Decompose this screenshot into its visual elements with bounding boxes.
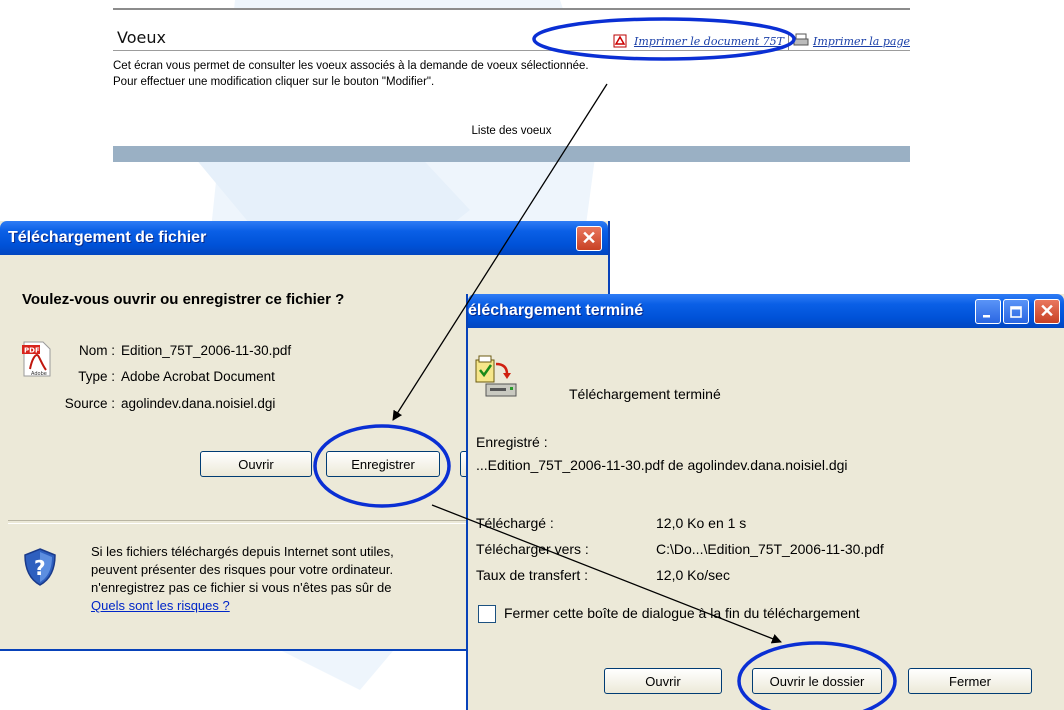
file-name-row: Nom : Edition_75T_2006-11-30.pdf xyxy=(17,343,291,358)
open-button[interactable]: Ouvrir xyxy=(604,668,722,694)
warning-text: Si les fichiers téléchargés depuis Inter… xyxy=(91,543,471,615)
page-description: Cet écran vous permet de consulter les v… xyxy=(113,58,589,90)
close-icon[interactable]: ✕ xyxy=(1034,299,1060,324)
close-button[interactable]: Fermer xyxy=(908,668,1032,694)
save-button[interactable]: Enregistrer xyxy=(326,451,440,477)
downloaded-row: Téléchargé : 12,0 Ko en 1 s xyxy=(476,515,746,531)
title-underline xyxy=(113,50,910,51)
minimize-icon[interactable] xyxy=(975,299,1001,324)
print-page-link[interactable]: Imprimer la page xyxy=(813,35,910,48)
description-line-2: Pour effectuer une modification cliquer … xyxy=(113,76,435,88)
file-type-label: Type : xyxy=(78,369,115,384)
complete-dialog-title: éléchargement terminé xyxy=(468,302,644,319)
download-dialog-title: Téléchargement de fichier xyxy=(8,229,207,246)
list-title: Liste des voeux xyxy=(471,125,552,137)
warning-line-3: n'enregistrez pas ce fichier si vous n'ê… xyxy=(91,580,392,595)
close-when-done-checkbox[interactable] xyxy=(478,605,496,623)
file-type-row: Type : Adobe Acrobat Document xyxy=(17,369,275,384)
download-to-value: C:\Do...\Edition_75T_2006-11-30.pdf xyxy=(656,541,884,557)
file-name-value: Edition_75T_2006-11-30.pdf xyxy=(121,343,292,358)
warning-line-2: peuvent présenter des risques pour votre… xyxy=(91,562,394,577)
saved-value: ...Edition_75T_2006-11-30.pdf de agolind… xyxy=(476,457,848,473)
complete-message: Téléchargement terminé xyxy=(569,386,721,402)
page-title: Voeux xyxy=(117,28,166,47)
close-icon[interactable]: ✕ xyxy=(576,226,602,251)
download-complete-icon xyxy=(474,354,518,402)
list-header-bar xyxy=(113,146,910,162)
warning-line-1: Si les fichiers téléchargés depuis Inter… xyxy=(91,544,394,559)
link-separator xyxy=(787,33,789,50)
risks-link[interactable]: Quels sont les risques ? xyxy=(91,598,230,613)
web-panel: Voeux Imprimer le document 75T Imprimer … xyxy=(113,8,910,162)
top-divider xyxy=(113,8,910,10)
download-to-row: Télécharger vers : C:\Do...\Edition_75T_2… xyxy=(476,541,884,557)
transfer-rate-label: Taux de transfert : xyxy=(476,567,589,583)
open-folder-button[interactable]: Ouvrir le dossier xyxy=(752,668,882,694)
downloaded-value: 12,0 Ko en 1 s xyxy=(656,515,747,531)
print-document-link[interactable]: Imprimer le document 75T xyxy=(634,35,784,48)
download-dialog-titlebar[interactable]: Téléchargement de fichier ✕ xyxy=(0,221,608,255)
file-name-label: Nom : xyxy=(78,343,115,358)
download-to-label: Télécharger vers : xyxy=(476,541,589,557)
print-links: Imprimer le document 75T Imprimer la pag… xyxy=(612,32,910,51)
file-source-value: agolindev.dana.noisiel.dgi xyxy=(121,396,276,411)
download-complete-dialog: éléchargement terminé ✕ Téléchargement t… xyxy=(466,294,1064,710)
pdf-print-icon[interactable] xyxy=(612,32,630,51)
complete-dialog-titlebar[interactable]: éléchargement terminé ✕ xyxy=(468,294,1064,328)
description-line-1: Cet écran vous permet de consulter les v… xyxy=(113,60,589,72)
saved-label: Enregistré : xyxy=(476,434,548,450)
downloaded-label: Téléchargé : xyxy=(476,515,554,531)
download-question: Voulez-vous ouvrir ou enregistrer ce fic… xyxy=(22,291,345,308)
maximize-icon[interactable] xyxy=(1003,299,1029,324)
close-when-done-label: Fermer cette boîte de dialogue à la fin … xyxy=(504,605,860,621)
file-type-value: Adobe Acrobat Document xyxy=(121,369,275,384)
file-source-row: Source : agolindev.dana.noisiel.dgi xyxy=(17,396,276,411)
file-source-label: Source : xyxy=(64,396,115,411)
printer-icon[interactable] xyxy=(793,32,809,51)
transfer-rate-value: 12,0 Ko/sec xyxy=(656,567,730,583)
transfer-rate-row: Taux de transfert : 12,0 Ko/sec xyxy=(476,567,730,583)
svg-text:?: ? xyxy=(34,556,46,580)
shield-question-icon: ? xyxy=(22,547,58,587)
open-button[interactable]: Ouvrir xyxy=(200,451,312,477)
